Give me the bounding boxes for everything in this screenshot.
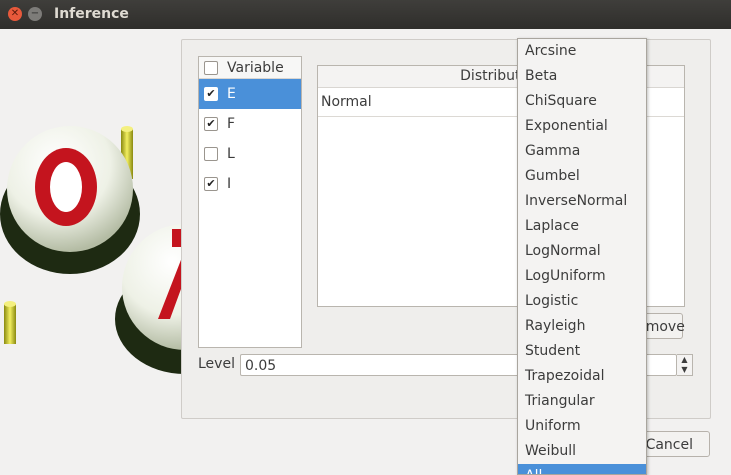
variable-label: F	[227, 116, 236, 132]
dropdown-option[interactable]: Student	[518, 339, 646, 364]
variable-header[interactable]: Variable	[199, 57, 301, 79]
distribution-dropdown[interactable]: Arcsine Beta ChiSquare Exponential Gamma…	[517, 38, 647, 475]
dropdown-option[interactable]: Gumbel	[518, 164, 646, 189]
dropdown-option[interactable]: Arcsine	[518, 39, 646, 64]
dropdown-option[interactable]: Weibull	[518, 439, 646, 464]
dropdown-option[interactable]: ChiSquare	[518, 89, 646, 114]
dropdown-option[interactable]: Uniform	[518, 414, 646, 439]
dropdown-option[interactable]: LogUniform	[518, 264, 646, 289]
variable-header-label: Variable	[227, 59, 284, 76]
variable-label: E	[227, 86, 236, 102]
dropdown-option[interactable]: Logistic	[518, 289, 646, 314]
dropdown-option[interactable]: Laplace	[518, 214, 646, 239]
dropdown-option[interactable]: Rayleigh	[518, 314, 646, 339]
dropdown-option-highlighted[interactable]: All	[518, 464, 646, 474]
level-label: Level	[198, 356, 235, 372]
spin-down-icon[interactable]: ▼	[677, 365, 692, 375]
variable-checkbox[interactable]: ✔	[204, 177, 218, 191]
dropdown-option[interactable]: Triangular	[518, 389, 646, 414]
window-title: Inference	[54, 6, 129, 22]
variable-label: L	[227, 146, 235, 162]
minimize-icon[interactable]: −	[28, 7, 42, 21]
variable-row-i[interactable]: ✔ I	[199, 169, 301, 199]
dropdown-option[interactable]: Exponential	[518, 114, 646, 139]
variable-row-e[interactable]: ✔ E	[199, 79, 301, 109]
variable-label: I	[227, 176, 232, 192]
variable-row-l[interactable]: L	[199, 139, 301, 169]
variable-row-f[interactable]: ✔ F	[199, 109, 301, 139]
dropdown-option[interactable]: Gamma	[518, 139, 646, 164]
dropdown-option[interactable]: LogNormal	[518, 239, 646, 264]
dropdown-option[interactable]: Beta	[518, 64, 646, 89]
select-all-checkbox[interactable]	[204, 60, 218, 75]
level-spinner[interactable]: ▲ ▼	[677, 354, 693, 376]
variable-checkbox[interactable]	[204, 147, 218, 161]
cancel-button[interactable]: Cancel	[636, 431, 710, 457]
close-icon[interactable]: ✕	[8, 7, 22, 21]
variable-list[interactable]: Variable ✔ E ✔ F L ✔ I	[198, 56, 302, 348]
dropdown-option[interactable]: InverseNormal	[518, 189, 646, 214]
dropdown-option[interactable]: Trapezoidal	[518, 364, 646, 389]
variable-checkbox[interactable]: ✔	[204, 87, 218, 101]
title-bar: ✕ − Inference	[0, 0, 731, 29]
spin-up-icon[interactable]: ▲	[677, 355, 692, 365]
variable-checkbox[interactable]: ✔	[204, 117, 218, 131]
